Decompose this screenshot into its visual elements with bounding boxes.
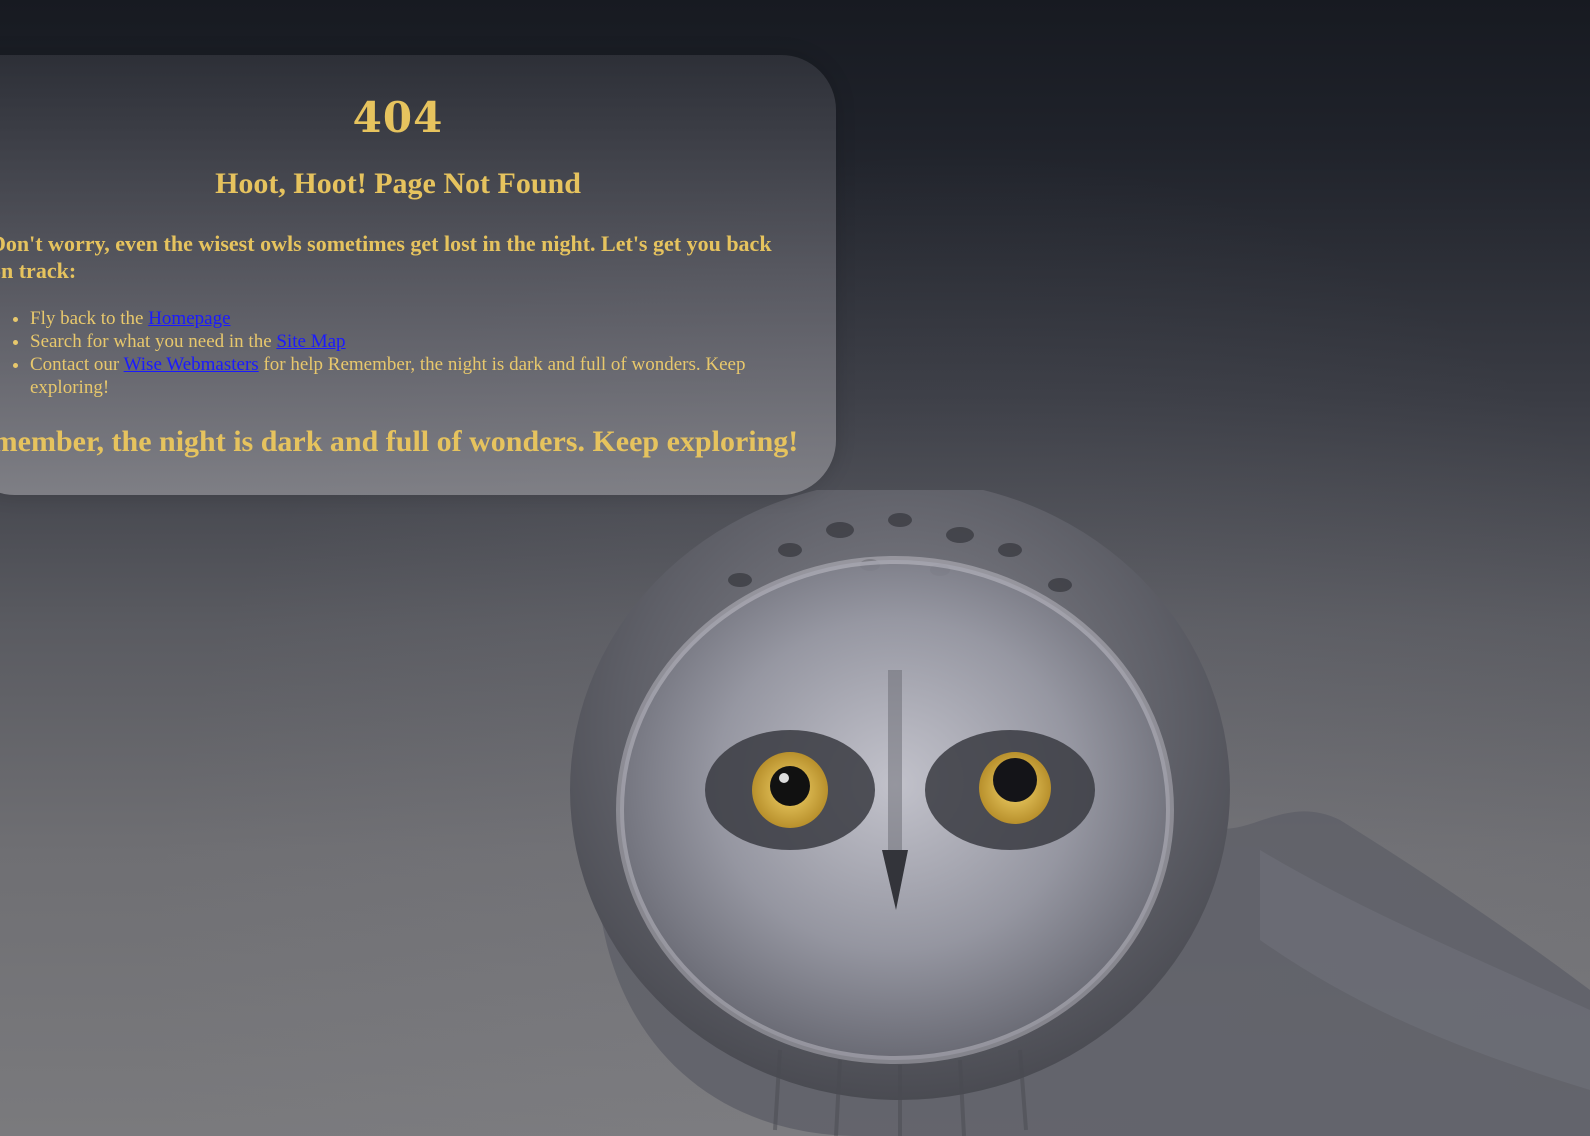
- site-map-link[interactable]: Site Map: [276, 331, 345, 352]
- owl-background-image: [570, 490, 1590, 1136]
- page-title: Hoot, Hoot! Page Not Found: [215, 167, 581, 200]
- help-links-list: Fly back to the Homepage Search for what…: [0, 307, 820, 399]
- list-item-text: Search for what you need in the: [30, 331, 277, 352]
- list-item-contact: Contact our Wise Webmasters for help Rem…: [30, 353, 820, 399]
- list-item-text: Contact our: [30, 354, 124, 375]
- webmasters-link[interactable]: Wise Webmasters: [124, 354, 259, 375]
- error-card: 404 Hoot, Hoot! Page Not Found Don't wor…: [0, 55, 836, 495]
- list-item-text: Fly back to the: [30, 308, 149, 329]
- list-item-sitemap: Search for what you need in the Site Map: [30, 330, 820, 353]
- intro-text: Don't worry, even the wisest owls someti…: [0, 231, 772, 283]
- error-code: 404: [352, 93, 444, 142]
- list-item-homepage: Fly back to the Homepage: [30, 307, 820, 330]
- closing-message: Remember, the night is dark and full of …: [0, 425, 799, 458]
- homepage-link[interactable]: Homepage: [148, 308, 230, 329]
